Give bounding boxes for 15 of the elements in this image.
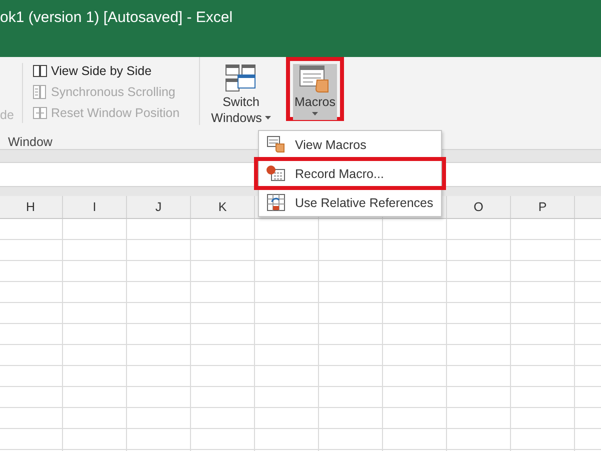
column-header[interactable]: I: [63, 196, 127, 218]
column-header[interactable]: J: [127, 196, 191, 218]
column-header[interactable]: H: [0, 196, 63, 218]
window-title: ok1 (version 1) [Autosaved] - Excel: [0, 8, 234, 26]
menu-item[interactable]: Use Relative References: [263, 190, 437, 215]
ribbon-label: de: [0, 108, 14, 123]
ribbon-button[interactable]: View Side by Side: [31, 63, 191, 79]
switch-windows-button[interactable]: Switch Windows: [213, 64, 269, 120]
macros-button[interactable]: Macros: [293, 64, 337, 120]
group-label: Window: [8, 135, 52, 149]
column-header[interactable]: P: [511, 196, 575, 218]
column-header[interactable]: O: [447, 196, 511, 218]
column-header[interactable]: K: [191, 196, 255, 218]
menu-item[interactable]: Record Macro...: [258, 161, 442, 186]
menu-item[interactable]: View Macros: [263, 132, 437, 157]
